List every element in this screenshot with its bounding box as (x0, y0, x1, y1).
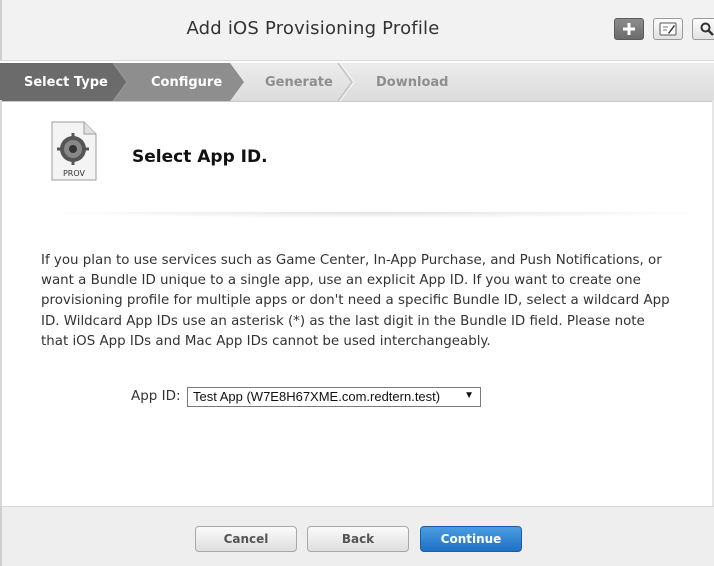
provisioning-profile-icon: PROV (51, 121, 97, 181)
dropdown-arrow-icon: ▼ (464, 390, 474, 401)
step-configure: Configure (151, 75, 223, 90)
back-button[interactable]: Back (307, 526, 409, 552)
add-button[interactable] (614, 18, 644, 40)
step-separator (337, 63, 353, 101)
section-divider (40, 212, 714, 218)
left-border (0, 100, 2, 506)
app-id-label: App ID: (131, 388, 181, 404)
cancel-button[interactable]: Cancel (195, 526, 297, 552)
prov-icon-label: PROV (63, 169, 86, 178)
page-header: Add iOS Provisioning Profile (0, 0, 714, 61)
search-icon (700, 22, 714, 36)
app-id-select[interactable]: Test App (W7E8H67XME.com.redtern.test) ▼ (187, 387, 481, 407)
continue-button[interactable]: Continue (420, 526, 522, 552)
edit-button[interactable] (653, 18, 683, 40)
edit-icon (659, 22, 677, 36)
step-generate: Generate (265, 75, 333, 90)
search-button[interactable] (692, 18, 714, 40)
step-download: Download (376, 75, 449, 90)
step-select-type: Select Type (24, 75, 108, 90)
description-text: If you plan to use services such as Game… (41, 253, 670, 349)
app-id-selected-value: Test App (W7E8H67XME.com.redtern.test) (193, 389, 441, 404)
step-progress-bar: Select Type Configure Generate Download (0, 63, 714, 102)
section-title: Select App ID. (132, 147, 268, 167)
plus-icon (623, 23, 635, 35)
page-title: Add iOS Provisioning Profile (186, 18, 440, 39)
